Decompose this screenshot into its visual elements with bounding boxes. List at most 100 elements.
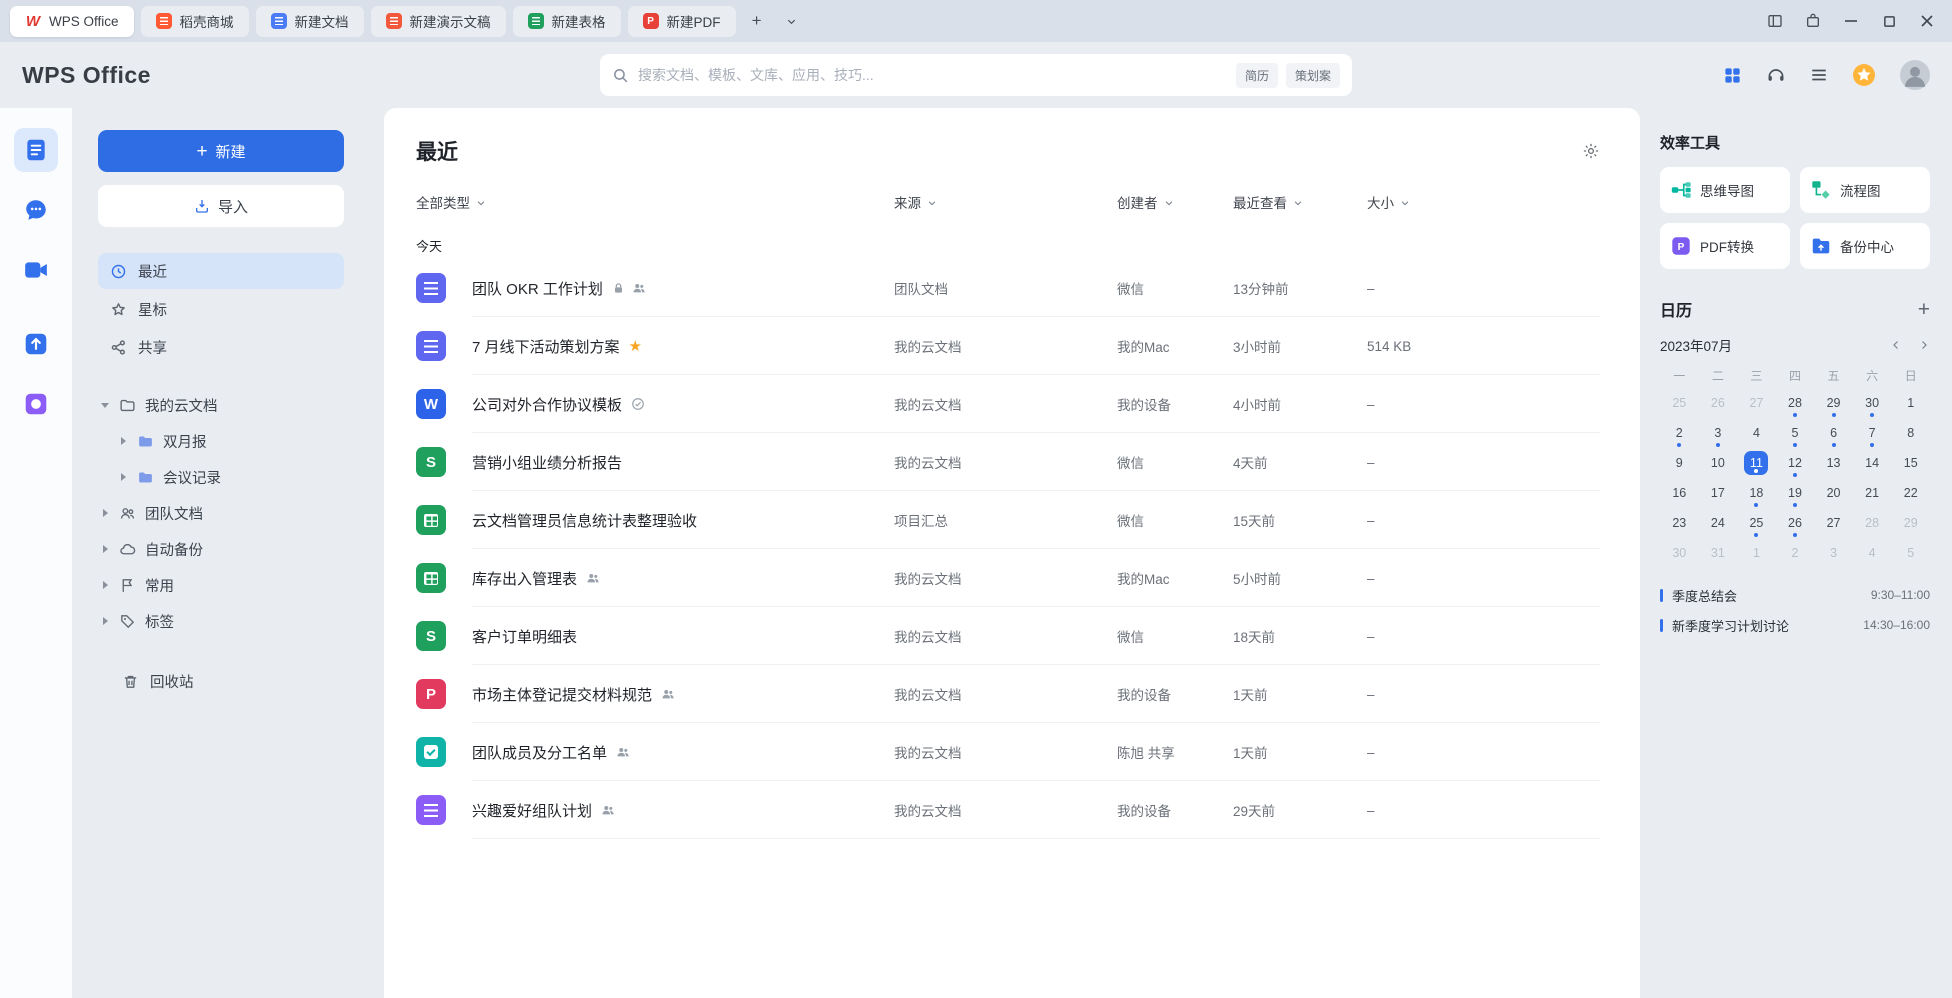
calendar-day[interactable]: 1 [1891, 389, 1930, 416]
caret-right-icon[interactable] [118, 437, 128, 445]
calendar-day[interactable]: 31 [1699, 539, 1738, 566]
calendar-day[interactable]: 25 [1737, 509, 1776, 536]
calendar-day[interactable]: 2 [1776, 539, 1815, 566]
settings-gear-icon[interactable] [1582, 142, 1600, 160]
calendar-day[interactable]: 10 [1699, 449, 1738, 476]
tab[interactable]: 新建演示文稿 [371, 6, 506, 37]
sidebar-item[interactable]: 最近 [98, 253, 344, 289]
tool-mindmap[interactable]: 思维导图 [1660, 167, 1790, 213]
sidebar-item[interactable]: 共享 [98, 329, 344, 365]
apps-grid-icon[interactable] [1723, 66, 1742, 85]
filter-button[interactable]: 最近查看 [1233, 192, 1303, 212]
sidebar-item-trash[interactable]: 回收站 [98, 663, 344, 699]
file-row[interactable]: 库存出入管理表我的云文档我的Mac5小时前– [416, 549, 1600, 607]
tree-item[interactable]: 常用 [98, 567, 344, 603]
file-row[interactable]: P市场主体登记提交材料规范我的云文档我的设备1天前– [416, 665, 1600, 723]
tree-item[interactable]: 团队文档 [98, 495, 344, 531]
minimize-button[interactable] [1832, 0, 1870, 42]
rail-item-meeting-icon[interactable] [14, 248, 58, 292]
file-row[interactable]: 云文档管理员信息统计表整理验收项目汇总微信15天前– [416, 491, 1600, 549]
search-tag[interactable]: 简历 [1236, 63, 1278, 88]
new-document-button[interactable]: + 新建 [98, 130, 344, 172]
add-event-button[interactable]: + [1918, 299, 1930, 320]
calendar-day[interactable]: 7 [1853, 419, 1892, 446]
maximize-button[interactable] [1870, 0, 1908, 42]
calendar-day[interactable]: 26 [1776, 509, 1815, 536]
calendar-day[interactable]: 18 [1737, 479, 1776, 506]
file-row[interactable]: S客户订单明细表我的云文档微信18天前– [416, 607, 1600, 665]
filter-button[interactable]: 创建者 [1117, 192, 1174, 212]
avatar[interactable] [1900, 60, 1930, 90]
member-icon[interactable] [1852, 63, 1876, 87]
calendar-day[interactable]: 28 [1776, 389, 1815, 416]
tree-item[interactable]: 标签 [98, 603, 344, 639]
menu-icon[interactable] [1810, 66, 1828, 84]
search-bar[interactable]: 简历 策划案 [600, 54, 1352, 96]
rail-item-chat-icon[interactable] [14, 188, 58, 232]
tab-layout-button[interactable] [1756, 0, 1794, 42]
calendar-day[interactable]: 19 [1776, 479, 1815, 506]
calendar-day[interactable]: 25 [1660, 389, 1699, 416]
calendar-day[interactable]: 8 [1891, 419, 1930, 446]
calendar-day[interactable]: 15 [1891, 449, 1930, 476]
calendar-day[interactable]: 20 [1814, 479, 1853, 506]
calendar-day[interactable]: 5 [1776, 419, 1815, 446]
calendar-day[interactable]: 30 [1853, 389, 1892, 416]
calendar-day[interactable]: 1 [1737, 539, 1776, 566]
search-input[interactable] [638, 67, 1227, 83]
calendar-day[interactable]: 29 [1814, 389, 1853, 416]
calendar-day[interactable]: 27 [1737, 389, 1776, 416]
calendar-prev-icon[interactable] [1890, 339, 1902, 351]
tool-flowchart[interactable]: 流程图 [1800, 167, 1930, 213]
calendar-day[interactable]: 27 [1814, 509, 1853, 536]
tree-item[interactable]: 我的云文档 [98, 387, 344, 423]
tab[interactable]: 稻壳商城 [141, 6, 249, 37]
tree-item[interactable]: 双月报 [98, 423, 344, 459]
calendar-day[interactable]: 30 [1660, 539, 1699, 566]
rail-item-apps-icon[interactable] [14, 382, 58, 426]
tab[interactable]: 新建表格 [513, 6, 621, 37]
caret-right-icon[interactable] [118, 473, 128, 481]
calendar-day[interactable]: 6 [1814, 419, 1853, 446]
close-button[interactable] [1908, 0, 1946, 42]
calendar-event[interactable]: 新季度学习计划讨论14:30–16:00 [1660, 612, 1930, 638]
file-row[interactable]: 团队 OKR 工作计划团队文档微信13分钟前– [416, 259, 1600, 317]
file-row[interactable]: S营销小组业绩分析报告我的云文档微信4天前– [416, 433, 1600, 491]
tree-item[interactable]: 会议记录 [98, 459, 344, 495]
sidebar-item[interactable]: 星标 [98, 291, 344, 327]
calendar-day[interactable]: 28 [1853, 509, 1892, 536]
new-tab-button[interactable]: + [743, 7, 771, 35]
calendar-day[interactable]: 23 [1660, 509, 1699, 536]
calendar-day[interactable]: 14 [1853, 449, 1892, 476]
tool-backup-center[interactable]: 备份中心 [1800, 223, 1930, 269]
calendar-day[interactable]: 2 [1660, 419, 1699, 446]
caret-down-icon[interactable] [100, 403, 110, 408]
tab[interactable]: WWPS Office [10, 6, 134, 37]
calendar-day[interactable]: 3 [1814, 539, 1853, 566]
calendar-day[interactable]: 17 [1699, 479, 1738, 506]
caret-right-icon[interactable] [100, 509, 110, 517]
calendar-day[interactable]: 3 [1699, 419, 1738, 446]
tab-list-chevron-icon[interactable] [778, 7, 806, 35]
calendar-day[interactable]: 4 [1853, 539, 1892, 566]
calendar-day[interactable]: 22 [1891, 479, 1930, 506]
calendar-day[interactable]: 5 [1891, 539, 1930, 566]
calendar-day[interactable]: 12 [1776, 449, 1815, 476]
tool-pdf-convert[interactable]: PPDF转换 [1660, 223, 1790, 269]
calendar-day[interactable]: 11 [1737, 449, 1776, 476]
calendar-day[interactable]: 13 [1814, 449, 1853, 476]
file-row[interactable]: 兴趣爱好组队计划我的云文档我的设备29天前– [416, 781, 1600, 839]
calendar-next-icon[interactable] [1918, 339, 1930, 351]
file-row[interactable]: 团队成员及分工名单我的云文档陈旭 共享1天前– [416, 723, 1600, 781]
tree-item[interactable]: 自动备份 [98, 531, 344, 567]
tab[interactable]: 新建文档 [256, 6, 364, 37]
workspace-button[interactable] [1794, 0, 1832, 42]
caret-right-icon[interactable] [100, 617, 110, 625]
file-row[interactable]: 7 月线下活动策划方案★我的云文档我的Mac3小时前514 KB [416, 317, 1600, 375]
support-icon[interactable] [1766, 65, 1786, 85]
calendar-day[interactable]: 29 [1891, 509, 1930, 536]
search-tag[interactable]: 策划案 [1286, 63, 1340, 88]
filter-button[interactable]: 大小 [1367, 192, 1410, 212]
calendar-day[interactable]: 26 [1699, 389, 1738, 416]
filter-button[interactable]: 全部类型 [416, 192, 486, 212]
